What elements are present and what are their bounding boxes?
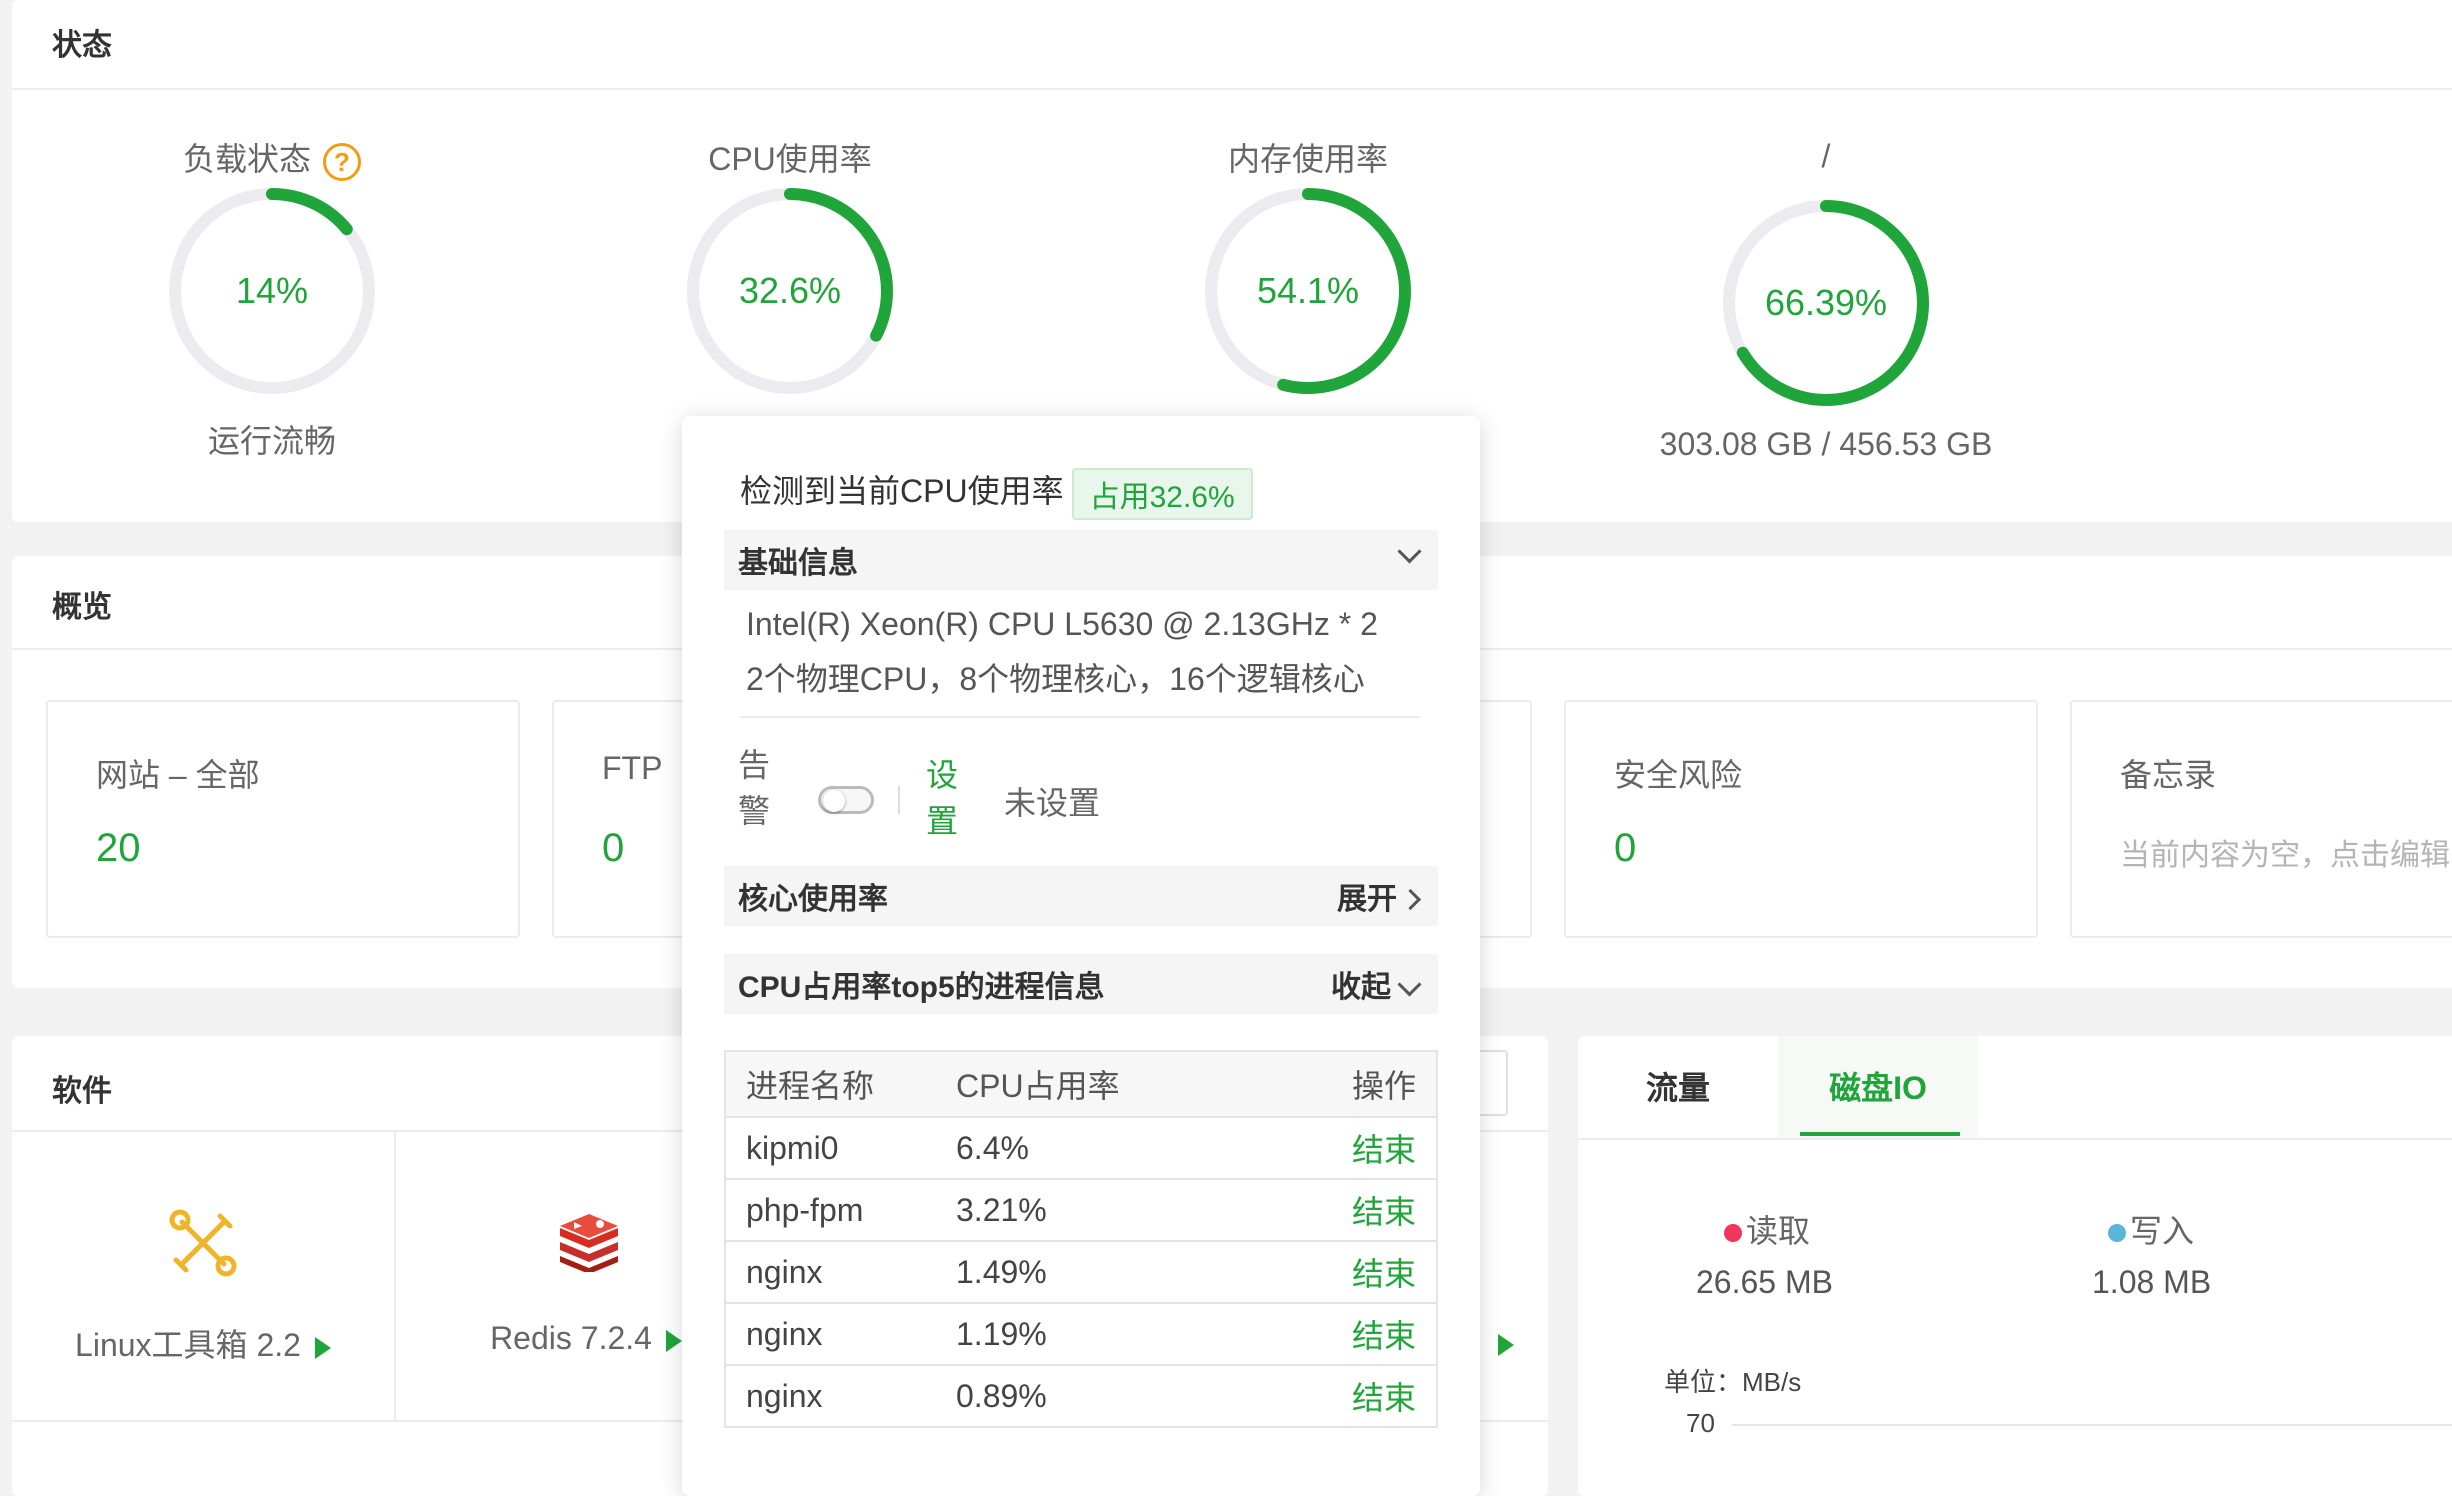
chart-unit: 单位：MB/s: [1664, 1367, 1802, 1397]
top5-header[interactable]: CPU占用率top5的进程信息 收起: [724, 954, 1438, 1014]
overview-card-security[interactable]: 安全风险 0: [1564, 700, 2038, 938]
card-label: 网站 – 全部: [96, 757, 260, 793]
popup-heading: 检测到当前CPU使用率 占用32.6%: [740, 466, 1253, 520]
process-cpu: 3.21%: [936, 1178, 1267, 1242]
load-gauge[interactable]: 负载状态? 14% 运行流畅: [12, 120, 532, 460]
write-value: 1.08 MB: [2092, 1264, 2212, 1300]
disk-gauge[interactable]: / 66.39% 303.08 GB / 456.53 GB: [1566, 120, 2086, 462]
play-icon[interactable]: [314, 1336, 331, 1359]
memory-gauge[interactable]: 内存使用率 54.1%: [1048, 120, 1568, 460]
card-label: FTP: [602, 750, 663, 786]
kill-process-button[interactable]: 结束: [1266, 1240, 1437, 1304]
alarm-status: 未设置: [1004, 785, 1101, 821]
column-header: 进程名称: [725, 1050, 936, 1118]
disk-gauge-label: /: [1821, 138, 1831, 174]
status-divider: [12, 88, 2452, 90]
process-name: nginx: [725, 1240, 936, 1304]
core-usage-expand[interactable]: 展开: [1337, 874, 1422, 918]
basic-info-header[interactable]: 基础信息: [724, 530, 1438, 590]
kill-process-button[interactable]: 结束: [1266, 1302, 1437, 1366]
card-value[interactable]: 20: [96, 826, 141, 871]
card-label: 安全风险: [1614, 757, 1743, 793]
write-dot-icon: [2108, 1224, 2126, 1242]
overview-card-memo[interactable]: 备忘录 当前内容为空，点击编辑: [2070, 700, 2452, 938]
alarm-settings-link[interactable]: 设置: [926, 752, 966, 844]
disk-gauge-usage: 303.08 GB / 456.53 GB: [1659, 426, 1993, 462]
chart-y-tick: 70: [1686, 1408, 1715, 1438]
read-dot-icon: [1724, 1224, 1742, 1242]
process-name: kipmi0: [725, 1116, 936, 1180]
chart-gridline: [1732, 1424, 2452, 1426]
memory-gauge-value: 54.1%: [1256, 270, 1360, 311]
table-row: php-fpm 3.21% 结束: [725, 1178, 1437, 1242]
overview-title: 概览: [52, 591, 112, 624]
cpu-detail-popup: 检测到当前CPU使用率 占用32.6% 基础信息 Intel(R) Xeon(R)…: [682, 416, 1480, 1496]
kill-process-button[interactable]: 结束: [1266, 1364, 1437, 1428]
chevron-down-icon: [1397, 972, 1422, 997]
card-value[interactable]: 0: [602, 826, 624, 871]
cpu-model: Intel(R) Xeon(R) CPU L5630 @ 2.13GHz * 2: [746, 606, 1378, 642]
cpu-gauge-value: 32.6%: [738, 270, 842, 311]
table-row: kipmi0 6.4% 结束: [725, 1116, 1437, 1180]
kill-process-button[interactable]: 结束: [1266, 1178, 1437, 1242]
write-legend: 写入: [2108, 1206, 2194, 1252]
read-legend: 读取: [1724, 1206, 1810, 1252]
software-title: 软件: [52, 1075, 112, 1108]
play-icon[interactable]: [1498, 1334, 1514, 1356]
memo-note[interactable]: 当前内容为空，点击编辑: [2120, 830, 2450, 874]
process-cpu: 1.19%: [936, 1302, 1267, 1366]
traffic-panel: 流量 磁盘IO 读取 26.65 MB 写入 1.08 MB 单位：MB/s 7…: [1578, 1036, 2452, 1496]
disk-gauge-value: 66.39%: [1764, 282, 1888, 323]
traffic-divider: [1578, 1138, 2452, 1140]
cpu-cores: 2个物理CPU，8个物理核心，16个逻辑核心: [746, 661, 1365, 697]
process-cpu: 1.49%: [936, 1240, 1267, 1304]
process-name: nginx: [725, 1364, 936, 1428]
core-usage-title: 核心使用率: [738, 883, 888, 916]
table-row: nginx 1.19% 结束: [725, 1302, 1437, 1366]
read-value: 26.65 MB: [1696, 1264, 1833, 1300]
cpu-usage-badge: 占用32.6%: [1071, 467, 1253, 520]
process-cpu: 0.89%: [936, 1364, 1267, 1428]
status-title: 状态: [52, 29, 112, 62]
chevron-right-icon: [1399, 888, 1422, 911]
cpu-gauge[interactable]: CPU使用率 32.6%: [530, 120, 1050, 460]
active-tab-underline: [1800, 1132, 1960, 1136]
help-icon[interactable]: ?: [323, 142, 361, 181]
process-name: nginx: [725, 1302, 936, 1366]
card-label: 备忘录: [2120, 757, 2217, 793]
tools-icon: [169, 1209, 237, 1277]
play-icon[interactable]: [665, 1329, 682, 1352]
load-gauge-status: 运行流畅: [207, 423, 336, 459]
alarm-toggle[interactable]: [818, 786, 874, 814]
column-header: 操作: [1266, 1050, 1437, 1118]
column-header: CPU占用率: [936, 1050, 1267, 1118]
redis-icon: [560, 1214, 618, 1272]
top5-title: CPU占用率top5的进程信息: [738, 971, 1105, 1004]
tab-traffic[interactable]: 流量: [1578, 1036, 1778, 1140]
overview-card-websites[interactable]: 网站 – 全部 20: [46, 700, 520, 938]
kill-process-button[interactable]: 结束: [1266, 1116, 1437, 1180]
table-header-row: 进程名称 CPU占用率 操作: [725, 1050, 1437, 1118]
process-name: php-fpm: [725, 1178, 936, 1242]
alarm-label: 告警: [738, 747, 771, 829]
alarm-separator: [898, 786, 900, 814]
top5-collapse[interactable]: 收起: [1331, 962, 1422, 1006]
software-name: Linux工具箱 2.2: [12, 1320, 394, 1366]
chevron-down-icon[interactable]: [1391, 538, 1422, 572]
card-value[interactable]: 0: [1614, 826, 1636, 871]
software-item-linux-toolbox[interactable]: Linux工具箱 2.2: [12, 1132, 396, 1420]
cpu-gauge-label: CPU使用率: [708, 141, 872, 177]
load-gauge-label: 负载状态?: [12, 134, 532, 181]
info-divider: [740, 716, 1420, 718]
basic-info-title: 基础信息: [738, 547, 858, 580]
load-gauge-value: 14%: [235, 270, 309, 311]
memory-gauge-label: 内存使用率: [1227, 141, 1388, 177]
process-cpu: 6.4%: [936, 1116, 1267, 1180]
table-row: nginx 1.49% 结束: [725, 1240, 1437, 1304]
table-row: nginx 0.89% 结束: [725, 1364, 1437, 1428]
tab-disk-io[interactable]: 磁盘IO: [1778, 1036, 1978, 1140]
core-usage-header[interactable]: 核心使用率 展开: [724, 866, 1438, 926]
process-table: 进程名称 CPU占用率 操作 kipmi0 6.4% 结束 php-fpm 3.…: [724, 1050, 1438, 1428]
